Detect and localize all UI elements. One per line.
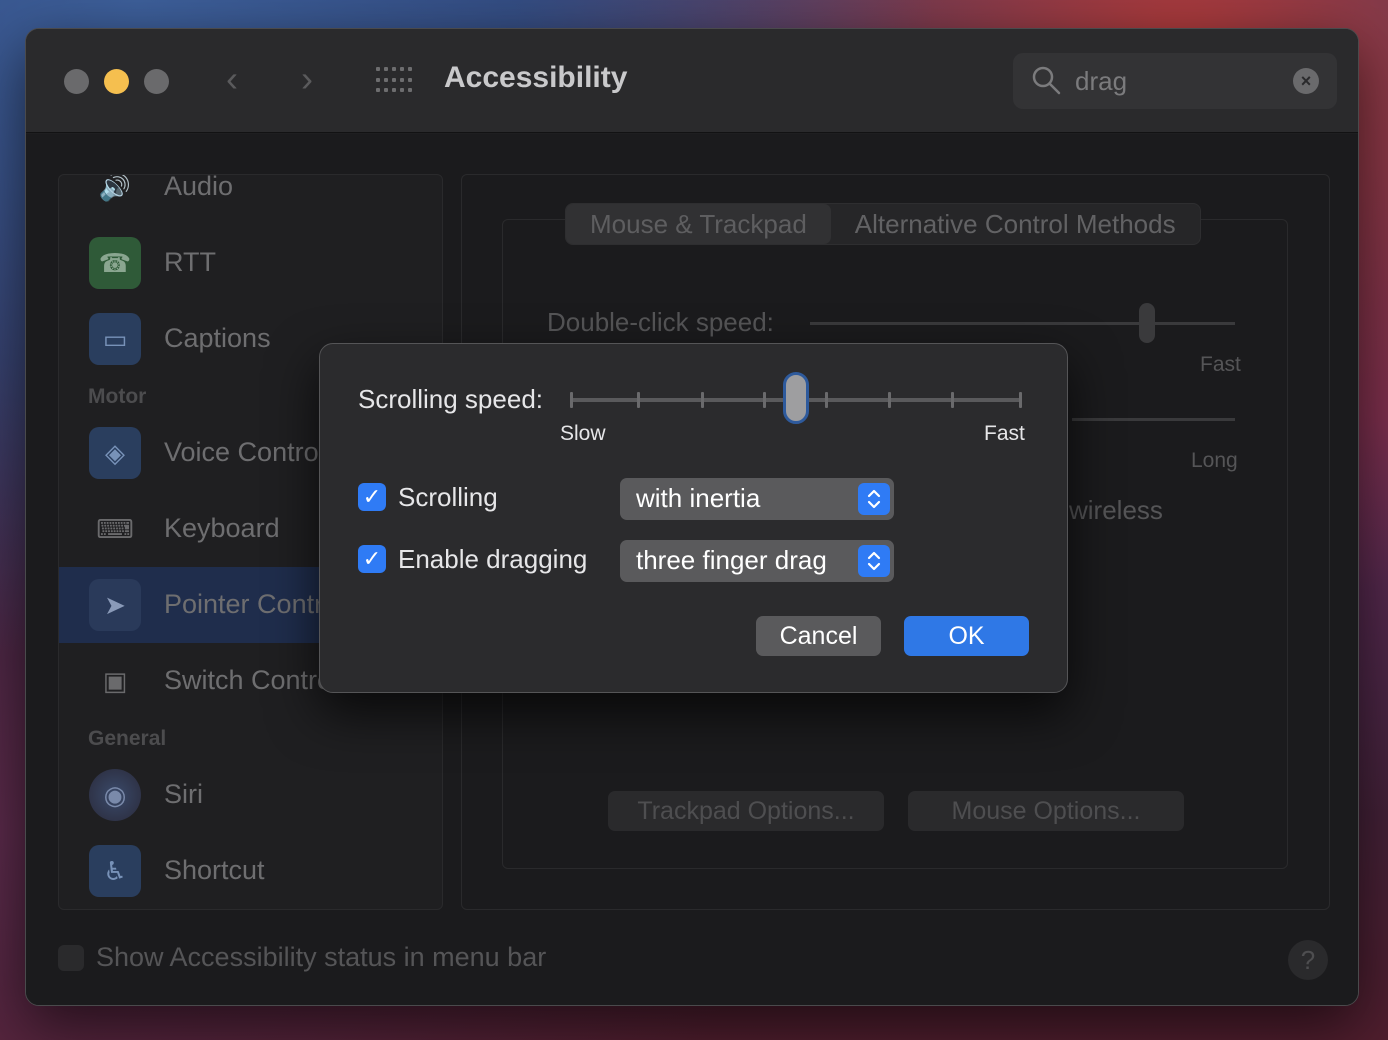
scrolling-mode-popup[interactable]: with inertia: [620, 478, 894, 520]
forward-arrow-icon[interactable]: ›: [301, 61, 313, 97]
sidebar-item-label: Siri: [164, 779, 203, 809]
accessibility-shortcut-icon: ♿: [89, 845, 141, 897]
sidebar-item-label: Voice Control: [164, 437, 325, 467]
double-click-speed-slider[interactable]: [810, 322, 1235, 325]
phone-icon: ☎: [89, 237, 141, 289]
minimize-window-button[interactable]: [104, 69, 129, 94]
sidebar-item-audio[interactable]: 🔊 Audio: [59, 174, 442, 225]
voice-control-icon: ◈: [89, 427, 141, 479]
sidebar-item-rtt[interactable]: ☎ RTT: [59, 225, 442, 301]
clear-search-icon[interactable]: ×: [1293, 68, 1319, 94]
siri-icon: ◉: [89, 769, 141, 821]
scrolling-speed-label: Scrolling speed:: [358, 384, 543, 414]
ok-button[interactable]: OK: [904, 616, 1029, 656]
slow-label: Slow: [560, 422, 606, 445]
show-all-grid-icon[interactable]: [376, 67, 412, 95]
search-icon: [1032, 66, 1061, 95]
tab-alternative-control-methods[interactable]: Alternative Control Methods: [831, 204, 1200, 244]
chevron-up-down-icon: [858, 483, 890, 515]
scrolling-speed-slider[interactable]: [570, 372, 1022, 424]
mouse-trackpad-options-dialog: Scrolling speed: Slow Fast ✓ Scrolling w…: [319, 343, 1068, 693]
sidebar-item-shortcut[interactable]: ♿ Shortcut: [59, 833, 442, 909]
search-field[interactable]: drag ×: [1013, 53, 1337, 109]
long-label: Long: [1191, 449, 1238, 472]
trackpad-options-button[interactable]: Trackpad Options...: [608, 791, 884, 831]
window-title: Accessibility: [444, 61, 628, 94]
sidebar-item-label: Captions: [164, 323, 271, 353]
tab-bar: Mouse & Trackpad Alternative Control Met…: [565, 203, 1201, 245]
sidebar-item-siri[interactable]: ◉ Siri: [59, 757, 442, 833]
tab-mouse-trackpad[interactable]: Mouse & Trackpad: [566, 204, 831, 244]
fast-label: Fast: [1200, 353, 1241, 376]
scrolling-label: Scrolling: [398, 482, 498, 512]
zoom-window-button[interactable]: [144, 69, 169, 94]
enable-dragging-label: Enable dragging: [398, 544, 588, 574]
close-window-button[interactable]: [64, 69, 89, 94]
fast-label: Fast: [984, 422, 1025, 445]
spring-loading-delay-slider[interactable]: [1072, 418, 1235, 421]
scrolling-speed-knob[interactable]: [783, 372, 809, 424]
enable-dragging-checkbox[interactable]: ✓: [358, 545, 386, 573]
scrolling-mode-value: with inertia: [636, 483, 761, 513]
cancel-button[interactable]: Cancel: [756, 616, 881, 656]
double-click-speed-knob[interactable]: [1139, 303, 1155, 343]
pointer-icon: ➤: [89, 579, 141, 631]
sidebar-item-label: Shortcut: [164, 855, 265, 885]
scrolling-checkbox[interactable]: ✓: [358, 483, 386, 511]
titlebar: ‹ › Accessibility drag ×: [26, 29, 1358, 133]
status-menu-bar-checkbox[interactable]: [58, 945, 84, 971]
speaker-icon: 🔊: [98, 174, 132, 202]
sidebar-item-label: Switch Control: [164, 665, 339, 695]
dragging-mode-value: three finger drag: [636, 545, 827, 575]
section-heading-general: General: [88, 727, 167, 750]
sidebar-item-label: Keyboard: [164, 513, 280, 543]
sidebar-item-label: Pointer Control: [164, 589, 345, 619]
captions-icon: ▭: [89, 313, 141, 365]
dragging-mode-popup[interactable]: three finger drag: [620, 540, 894, 582]
sidebar-item-label: RTT: [164, 247, 216, 277]
wireless-text: wireless: [1069, 495, 1163, 525]
sidebar-item-label: Audio: [164, 174, 234, 201]
help-button[interactable]: ?: [1288, 940, 1328, 980]
double-click-speed-label: Double-click speed:: [547, 307, 774, 337]
mouse-options-button[interactable]: Mouse Options...: [908, 791, 1184, 831]
section-heading-motor: Motor: [88, 385, 147, 408]
switch-control-icon: ▣: [102, 665, 128, 696]
chevron-up-down-icon: [858, 545, 890, 577]
status-menu-bar-label: Show Accessibility status in menu bar: [96, 942, 547, 972]
search-input[interactable]: drag: [1075, 66, 1127, 97]
back-arrow-icon[interactable]: ‹: [226, 61, 238, 97]
keyboard-icon: ⌨: [96, 513, 134, 544]
